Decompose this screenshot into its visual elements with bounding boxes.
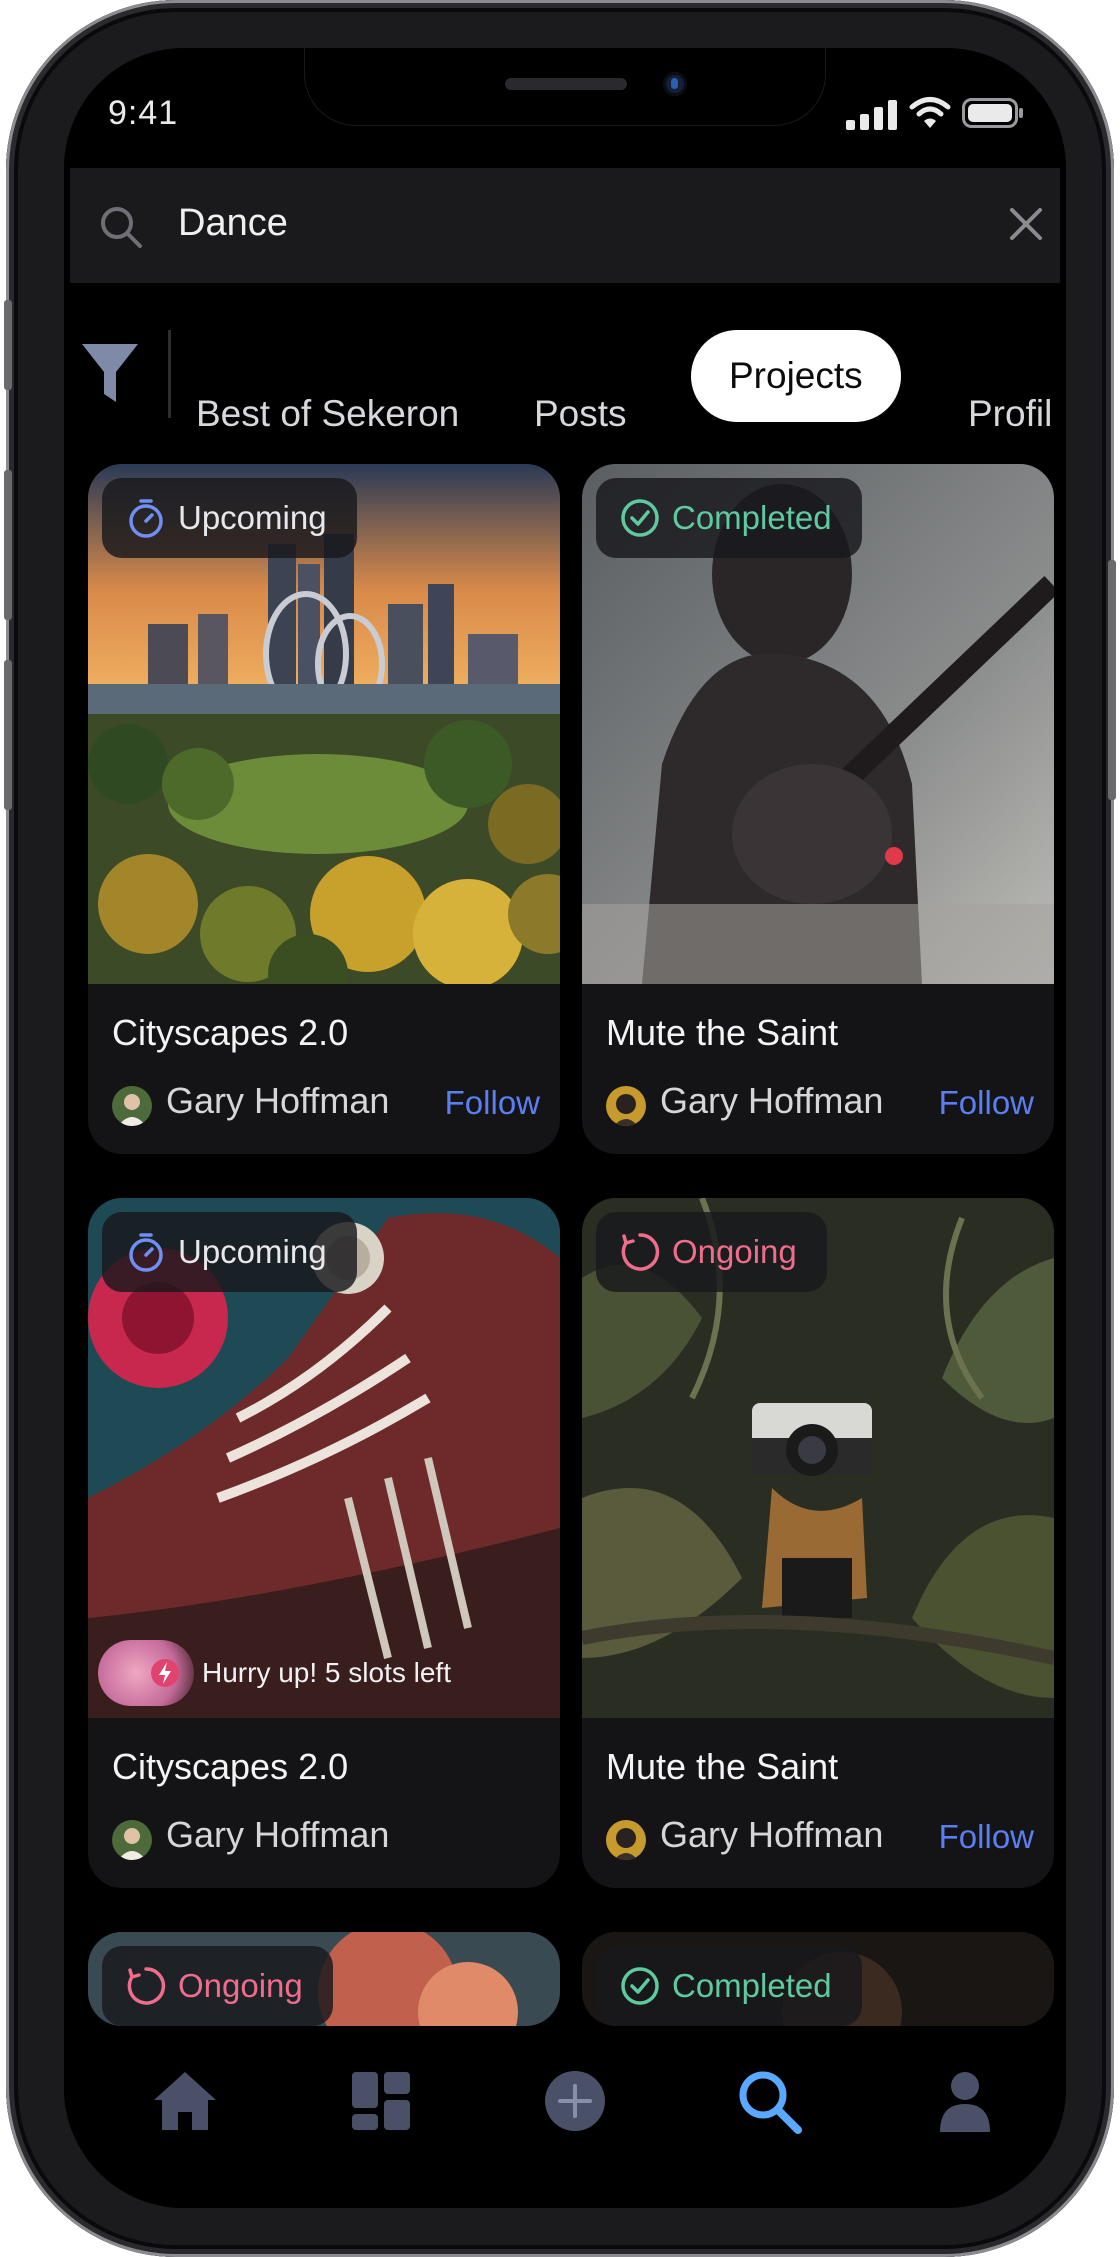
search-icon bbox=[101, 207, 142, 248]
volume-down-button bbox=[4, 660, 12, 810]
check-circle-icon bbox=[621, 499, 659, 537]
status-badge: Upcoming bbox=[102, 1212, 357, 1292]
home-icon[interactable] bbox=[150, 2066, 220, 2136]
bottom-nav bbox=[64, 2026, 1066, 2208]
status-label: Completed bbox=[672, 1967, 832, 2004]
follow-button[interactable]: Follow bbox=[939, 1818, 1034, 1856]
avatar bbox=[112, 1086, 152, 1126]
progress-icon bbox=[127, 1967, 166, 2005]
filter-divider bbox=[168, 330, 171, 418]
status-label: Completed bbox=[672, 499, 832, 536]
project-card[interactable]: Ongoing bbox=[88, 1932, 560, 2026]
tab-profiles[interactable]: Profil bbox=[968, 370, 1052, 458]
tab-posts[interactable]: Posts bbox=[534, 370, 627, 458]
author-name[interactable]: Gary Hoffman bbox=[660, 1814, 883, 1856]
wifi-icon bbox=[909, 97, 951, 128]
status-badge: Ongoing bbox=[102, 1946, 333, 2026]
project-card[interactable]: Completed Mute the Saint Gary Hoffman Fo… bbox=[582, 464, 1054, 1154]
author-name[interactable]: Gary Hoffman bbox=[166, 1814, 389, 1856]
avatar bbox=[112, 1820, 152, 1860]
status-badge: Upcoming bbox=[102, 478, 357, 558]
close-icon[interactable] bbox=[1008, 206, 1044, 242]
status-time: 9:41 bbox=[108, 94, 179, 132]
filter-icon[interactable] bbox=[80, 340, 140, 406]
lightning-icon bbox=[151, 1659, 179, 1687]
hurry-badge bbox=[98, 1640, 194, 1706]
author-name[interactable]: Gary Hoffman bbox=[660, 1080, 883, 1122]
follow-button[interactable]: Follow bbox=[445, 1084, 540, 1122]
project-card[interactable]: Upcoming Hurry up! 5 slots left Cityscap… bbox=[88, 1198, 560, 1888]
status-label: Ongoing bbox=[672, 1233, 797, 1270]
check-circle-icon bbox=[621, 1967, 659, 2005]
battery-icon bbox=[962, 98, 1023, 128]
mute-switch bbox=[4, 300, 12, 390]
status-label: Ongoing bbox=[178, 1967, 303, 2004]
project-title: Mute the Saint bbox=[606, 1746, 839, 1787]
search-bar[interactable]: Dance bbox=[70, 168, 1060, 283]
project-title: Cityscapes 2.0 bbox=[112, 1746, 349, 1787]
notch bbox=[304, 48, 826, 126]
slots-notice: Hurry up! 5 slots left bbox=[98, 1640, 451, 1706]
status-badge: Ongoing bbox=[596, 1212, 827, 1292]
tab-projects[interactable]: Projects bbox=[691, 330, 901, 422]
signal-icon bbox=[846, 100, 897, 130]
timer-icon bbox=[129, 499, 163, 538]
follow-button[interactable]: Follow bbox=[939, 1084, 1034, 1122]
project-card[interactable]: Ongoing Mute the Saint Gary Hoffman Foll… bbox=[582, 1198, 1054, 1888]
avatar bbox=[606, 1086, 646, 1126]
status-badge: Completed bbox=[596, 478, 862, 558]
avatar bbox=[606, 1820, 646, 1860]
phone-frame: 9:41 Dance Best of Sekeron Posts Project… bbox=[4, 0, 1116, 2257]
status-label: Upcoming bbox=[178, 1233, 327, 1270]
slots-notice-text: Hurry up! 5 slots left bbox=[202, 1657, 451, 1688]
tab-best-of-sekeron[interactable]: Best of Sekeron bbox=[196, 370, 459, 458]
speaker-grille bbox=[505, 78, 627, 90]
profile-icon[interactable] bbox=[930, 2066, 1000, 2136]
author-name[interactable]: Gary Hoffman bbox=[166, 1080, 389, 1122]
screen: 9:41 Dance Best of Sekeron Posts Project… bbox=[64, 48, 1066, 2208]
front-camera bbox=[663, 72, 687, 96]
project-card[interactable]: Upcoming Cityscapes 2.0 Gary Hoffman Fol… bbox=[88, 464, 560, 1154]
project-title: Cityscapes 2.0 bbox=[112, 1012, 349, 1053]
progress-icon bbox=[621, 1233, 660, 1271]
dashboard-icon[interactable] bbox=[346, 2066, 416, 2136]
project-card[interactable]: Completed bbox=[582, 1932, 1054, 2026]
search-icon[interactable] bbox=[734, 2066, 804, 2136]
add-icon[interactable] bbox=[540, 2066, 610, 2136]
search-input[interactable]: Dance bbox=[178, 202, 288, 245]
status-label: Upcoming bbox=[178, 499, 327, 536]
volume-up-button bbox=[4, 470, 12, 620]
project-title: Mute the Saint bbox=[606, 1012, 839, 1053]
status-badge: Completed bbox=[596, 1946, 862, 2026]
power-button bbox=[1108, 560, 1116, 800]
timer-icon bbox=[129, 1233, 163, 1272]
